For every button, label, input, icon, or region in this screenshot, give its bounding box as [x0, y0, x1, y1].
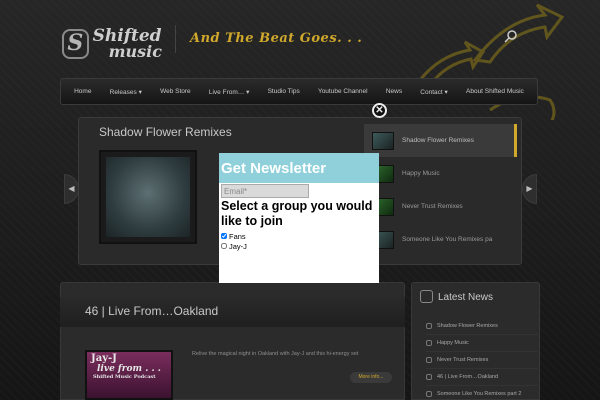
news-list-item[interactable]: Happy Music [426, 335, 538, 352]
slider-side-list: Shadow Flower Remixes Happy Music Never … [364, 124, 517, 260]
news-bullet-icon [426, 323, 432, 329]
news-list-item[interactable]: 46 | Live From…Oakland [426, 369, 538, 386]
group-options: Fans Jay-J [221, 231, 247, 251]
side-item-label: Someone Like You Remixes pa [402, 236, 493, 243]
more-info-button[interactable]: More info... [350, 372, 392, 383]
slide-cover-art [106, 157, 190, 237]
news-bullet-icon [426, 374, 432, 380]
slide-cover-image[interactable] [99, 150, 197, 244]
news-list-item[interactable]: Never Trust Remixes [426, 352, 538, 369]
nav-item-contact[interactable]: Contact ▾ [420, 88, 447, 96]
post-excerpt: Relive the magical night in Oakland with… [192, 351, 359, 357]
close-icon[interactable]: ✕ [372, 103, 387, 118]
nav-item-youtube-channel[interactable]: Youtube Channel [318, 88, 368, 95]
news-bullet-icon [426, 357, 432, 363]
logo-text-line2: music [108, 42, 162, 61]
side-item-thumbnail [372, 131, 394, 150]
main-nav: Home Releases ▾ Web Store Live From… ▾ S… [60, 78, 538, 105]
post-thumbnail-line3: Shifted Music Podcast [93, 374, 156, 380]
news-item-label: Shadow Flower Remixes [437, 323, 498, 329]
slider-side-item[interactable]: Shadow Flower Remixes [364, 124, 517, 157]
chevron-right-icon: ▶ [526, 184, 533, 193]
nav-item-live-from[interactable]: Live From… ▾ [209, 88, 249, 96]
group-option-fans[interactable]: Fans [221, 231, 247, 241]
site-logo[interactable]: S Shifted music [62, 22, 162, 66]
news-bullet-icon [426, 391, 432, 397]
email-field[interactable] [221, 184, 309, 198]
news-item-label: Never Trust Remixes [437, 357, 489, 363]
newsletter-modal: Get Newsletter Select a group you would … [219, 153, 379, 283]
chevron-left-icon: ◀ [68, 184, 75, 193]
nav-item-home[interactable]: Home [74, 88, 91, 95]
nav-item-about[interactable]: About Shifted Music [466, 88, 524, 95]
news-item-label: Happy Music [437, 340, 469, 346]
side-item-label: Shadow Flower Remixes [402, 137, 474, 144]
news-bullet-icon [426, 340, 432, 346]
logo-text: Shifted music [93, 28, 162, 61]
group-prompt: Select a group you would like to join [221, 199, 373, 228]
nav-item-news[interactable]: News [386, 88, 402, 95]
group-option-label: Fans [229, 231, 246, 241]
post-thumbnail-line1: Jay-J [91, 353, 117, 364]
post-title[interactable]: 46 | Live From…Oakland [85, 304, 218, 318]
side-item-label: Happy Music [402, 170, 440, 177]
latest-news-list: Shadow Flower Remixes Happy Music Never … [426, 318, 538, 400]
site-tagline: And The Beat Goes. . . [190, 31, 363, 46]
nav-item-releases[interactable]: Releases ▾ [110, 88, 142, 96]
post-thumbnail[interactable]: Jay-J live from . . . Shifted Music Podc… [85, 350, 173, 400]
news-item-label: Someone Like You Remixes part 2 [437, 391, 522, 397]
nav-item-web-store[interactable]: Web Store [160, 88, 191, 95]
news-item-label: 46 | Live From…Oakland [437, 374, 499, 380]
group-option-jay-j[interactable]: Jay-J [221, 241, 247, 251]
nav-item-studio-tips[interactable]: Studio Tips [268, 88, 300, 95]
modal-title: Get Newsletter [219, 153, 379, 183]
jay-j-checkbox[interactable] [221, 243, 227, 249]
logo-mark-icon: S [62, 29, 89, 59]
news-list-item[interactable]: Someone Like You Remixes part 2 [426, 386, 538, 400]
header-divider [175, 25, 176, 53]
side-item-label: Never Trust Remixes [402, 203, 463, 210]
news-list-item[interactable]: Shadow Flower Remixes [426, 318, 538, 335]
fans-checkbox[interactable] [221, 233, 227, 239]
slide-title[interactable]: Shadow Flower Remixes [99, 125, 232, 139]
group-option-label: Jay-J [229, 241, 247, 251]
slider-side-item[interactable]: Never Trust Remixes [364, 190, 517, 223]
sidebar-title: Latest News [438, 292, 494, 303]
slider-side-item[interactable]: Someone Like You Remixes pa [364, 223, 517, 256]
news-icon [420, 290, 433, 303]
slider-side-item[interactable]: Happy Music [364, 157, 517, 190]
post-thumbnail-line2: live from . . . [97, 364, 161, 374]
